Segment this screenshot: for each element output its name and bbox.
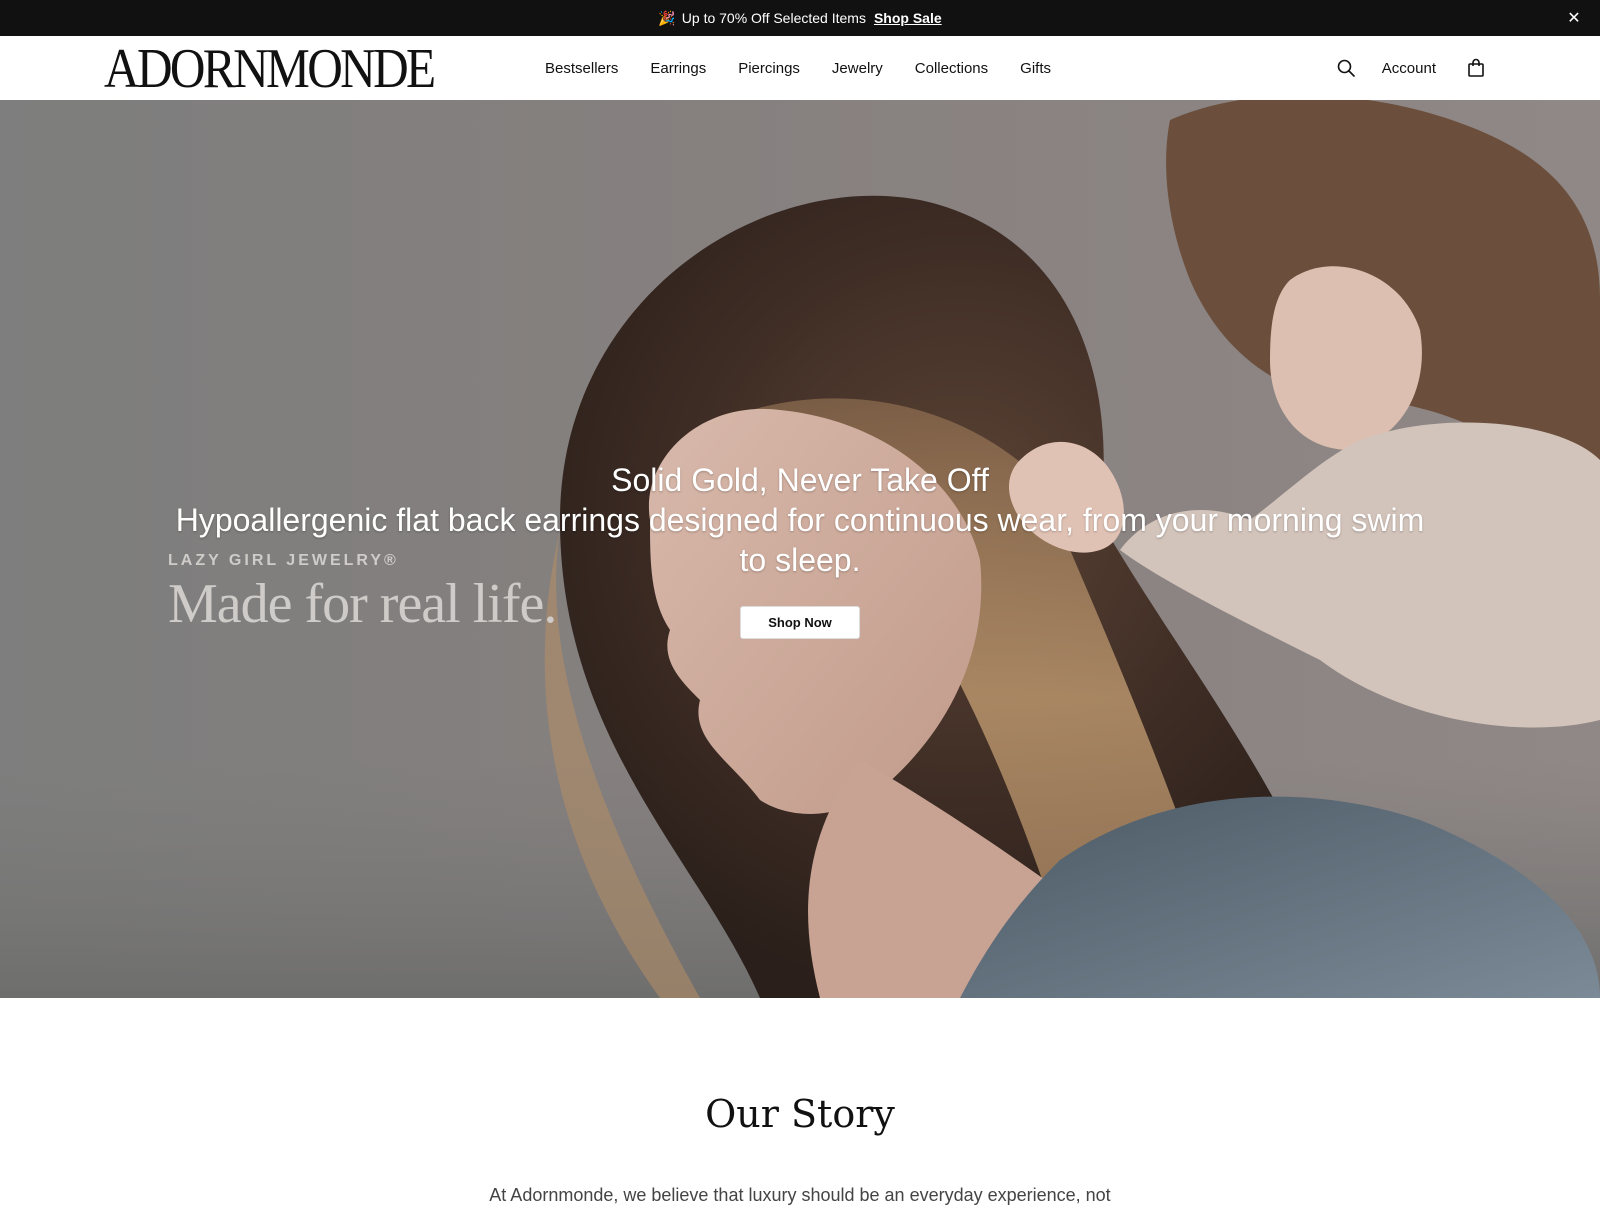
story-text: At Adornmonde, we believe that luxury sh… (489, 1185, 1111, 1205)
announcement-bar: 🎉 Up to 70% Off Selected Items Shop Sale… (0, 0, 1600, 36)
shop-now-button[interactable]: Shop Now (740, 606, 860, 639)
main-nav: Bestsellers Earrings Piercings Jewelry C… (545, 36, 1083, 100)
story-title: Our Story (705, 1092, 895, 1136)
shop-sale-link[interactable]: Shop Sale (874, 10, 942, 26)
nav-piercings[interactable]: Piercings (738, 60, 800, 77)
announcement-text: Up to 70% Off Selected Items (681, 10, 866, 26)
header-actions: Account (1334, 36, 1488, 100)
hero-banner: LAZY GIRL JEWELRY® Made for real life. S… (0, 100, 1600, 998)
nav-gifts[interactable]: Gifts (1020, 60, 1051, 77)
hero-content: Solid Gold, Never Take Off Hypoallergeni… (0, 460, 1600, 639)
nav-earrings[interactable]: Earrings (650, 60, 706, 77)
our-story-section: Our Story At Adornmonde, we believe that… (0, 998, 1600, 1205)
account-link[interactable]: Account (1382, 60, 1436, 77)
hero-title: Solid Gold, Never Take Off (611, 462, 989, 498)
site-header: ADORNMONDE Bestsellers Earrings Piercing… (0, 36, 1600, 101)
nav-collections[interactable]: Collections (915, 60, 988, 77)
search-icon[interactable] (1334, 56, 1358, 80)
nav-bestsellers[interactable]: Bestsellers (545, 60, 618, 77)
hero-subtitle: Hypoallergenic flat back earrings design… (175, 502, 1425, 578)
nav-jewelry[interactable]: Jewelry (832, 60, 883, 77)
party-icon: 🎉 (658, 9, 676, 26)
close-icon[interactable]: ✕ (1564, 8, 1584, 28)
shopping-bag-icon[interactable] (1464, 56, 1488, 80)
brand-logo[interactable]: ADORNMONDE (104, 41, 436, 97)
